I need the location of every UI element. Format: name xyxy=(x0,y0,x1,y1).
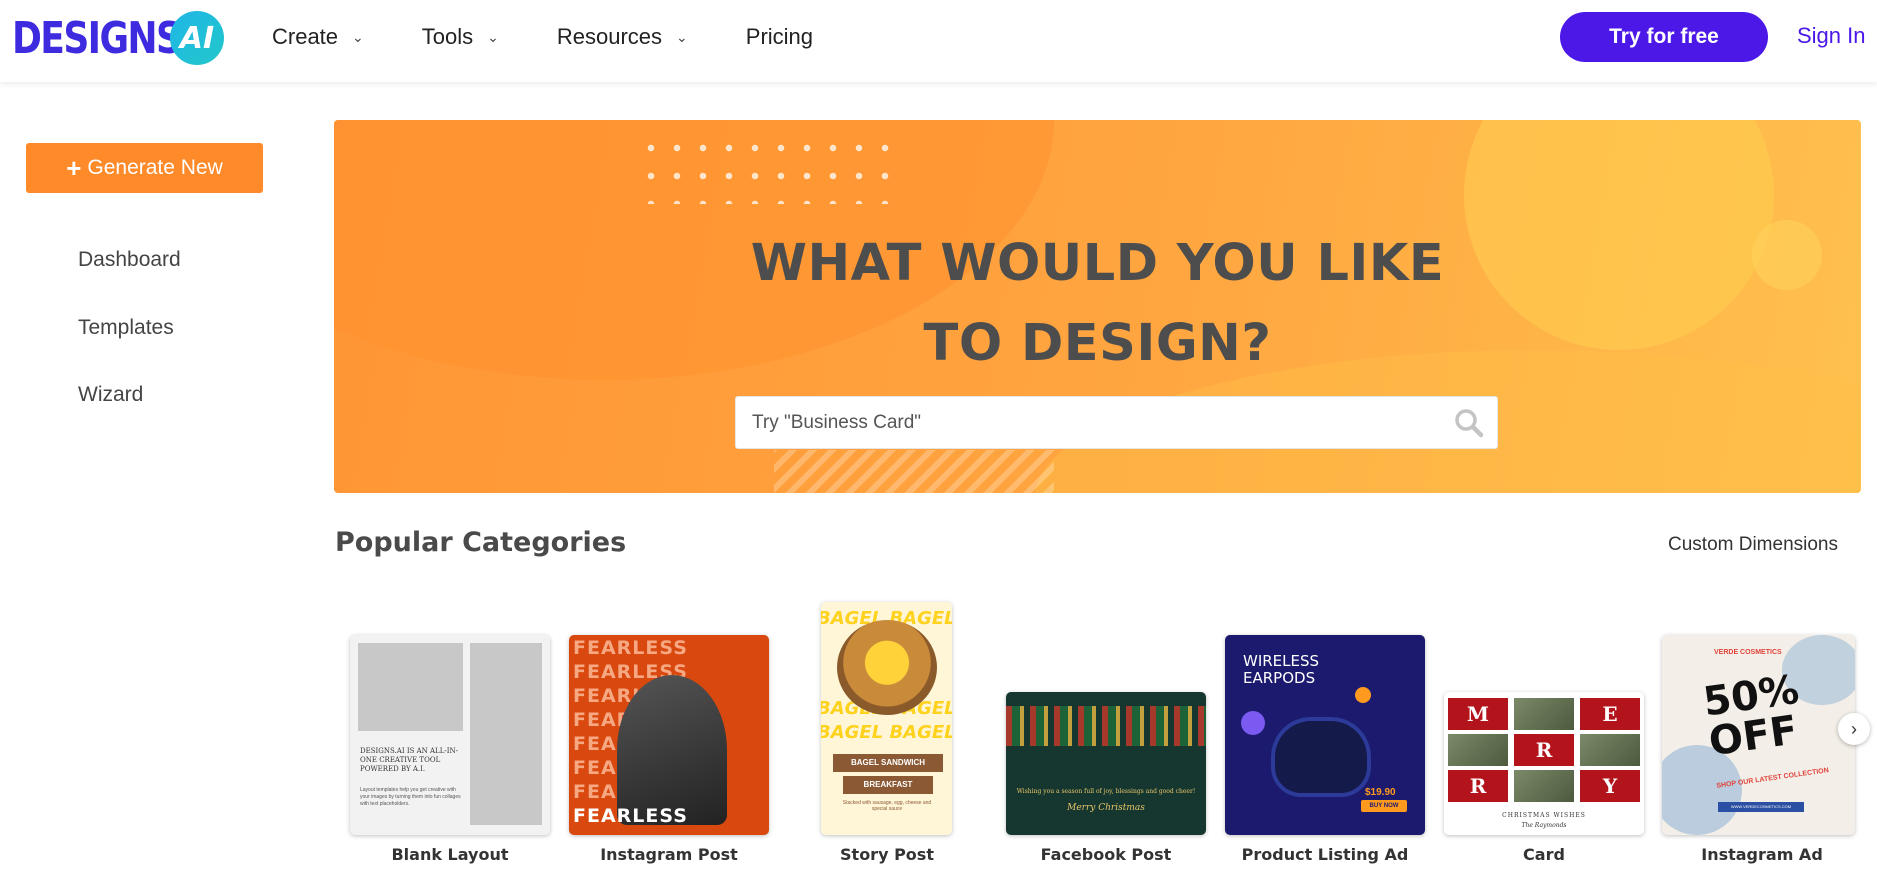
category-thumbnail: VERDE COSMETICS 50% OFF SHOP OUR LATEST … xyxy=(1662,635,1855,835)
thumb-note: Stacked with sausage, egg, cheese and sp… xyxy=(842,800,932,812)
try-for-free-button[interactable]: Try for free xyxy=(1560,12,1768,62)
category-thumbnail: BAGEL BAGEL B BAGEL BAGEL B BAGEL BAGEL … xyxy=(821,602,952,835)
nav-tools-label: Tools xyxy=(421,24,474,49)
decor-circle xyxy=(1355,687,1371,703)
category-thumbnail: WIRELESS EARPODS $19.90 BUY NOW xyxy=(1225,635,1425,835)
hero-title: WHAT WOULD YOU LIKE TO DESIGN? xyxy=(334,224,1861,384)
garland-decoration xyxy=(1006,706,1206,746)
nav-tools[interactable]: Tools ⌄ xyxy=(422,24,499,50)
sign-in-link[interactable]: Sign In xyxy=(1797,23,1866,49)
hero-title-line-1: WHAT WOULD YOU LIKE xyxy=(750,234,1445,293)
nav-resources[interactable]: Resources ⌄ xyxy=(557,24,688,50)
decor-dot-grid xyxy=(638,134,898,204)
logo-wordmark: DESIGNS. xyxy=(12,12,194,64)
thumb-price: $19.90 xyxy=(1365,787,1396,798)
sidebar-item-wizard[interactable]: Wizard xyxy=(78,383,143,407)
decor-stripes xyxy=(774,450,1054,493)
thumb-footer: CHRISTMAS WISHES xyxy=(1502,812,1586,819)
earpods-image xyxy=(1271,717,1371,797)
thumb-heading: DESIGNS.AI IS AN ALL-IN-ONE CREATIVE TOO… xyxy=(360,747,458,773)
category-label: Story Post xyxy=(840,845,934,864)
thumb-heading: WIRELESS EARPODS xyxy=(1243,653,1319,687)
card-photo xyxy=(1514,770,1574,802)
thumb-heading-line: EARPODS xyxy=(1243,669,1316,687)
designs-ai-logo[interactable]: DESIGNS. AI xyxy=(12,10,232,66)
popular-categories-title: Popular Categories xyxy=(335,527,627,558)
card-letter: E xyxy=(1580,698,1640,730)
sidebar-item-templates[interactable]: Templates xyxy=(78,316,174,340)
search-icon[interactable] xyxy=(1454,408,1484,438)
thumb-footer-sub: The Raymonds xyxy=(1521,822,1567,829)
nav-create[interactable]: Create ⌄ xyxy=(272,24,364,50)
thumb-url-bar: WWW.VERDECOSMETICS.COM xyxy=(1718,802,1804,812)
bagel-image xyxy=(837,620,937,715)
thumb-ribbon: BREAKFAST xyxy=(843,776,933,794)
category-label: Card xyxy=(1523,845,1565,864)
logo-badge: AI xyxy=(170,11,224,65)
category-label: Facebook Post xyxy=(1040,845,1172,864)
chevron-down-icon: ⌄ xyxy=(487,28,499,45)
card-photo xyxy=(1514,698,1574,730)
thumb-ribbon: BAGEL SANDWICH xyxy=(833,754,943,772)
custom-dimensions-link[interactable]: Custom Dimensions xyxy=(1668,534,1838,556)
thumb-offer: 50% OFF xyxy=(1700,666,1802,766)
card-photo xyxy=(1448,734,1508,766)
generate-new-label: Generate New xyxy=(87,156,223,179)
thumb-signature: Merry Christmas xyxy=(1067,803,1145,813)
design-search-box xyxy=(735,396,1498,449)
design-search-input[interactable] xyxy=(752,397,1432,448)
nav-pricing[interactable]: Pricing xyxy=(746,24,813,50)
category-label: Product Listing Ad xyxy=(1241,845,1409,864)
thumb-buy-badge: BUY NOW xyxy=(1361,800,1407,812)
category-thumbnail: Wishing you a season full of joy, blessi… xyxy=(1006,692,1206,835)
sidebar-item-dashboard[interactable]: Dashboard xyxy=(78,248,181,272)
thumb-message: Wishing you a season full of joy, blessi… xyxy=(1016,788,1196,795)
category-thumbnail: M E R R Y CHRISTMAS WISHES The Raymonds xyxy=(1444,692,1644,835)
card-letter: Y xyxy=(1580,770,1640,802)
plus-icon: + xyxy=(66,152,82,183)
thumb-brand: VERDE COSMETICS xyxy=(1714,649,1782,656)
category-thumbnail: DESIGNS.AI IS AN ALL-IN-ONE CREATIVE TOO… xyxy=(350,635,550,835)
card-letter: M xyxy=(1448,698,1508,730)
image-placeholder xyxy=(358,643,463,731)
category-thumbnail: FEARLESS FEARLESS FEARLESS FEARLESS FEAR… xyxy=(569,635,769,835)
card-photo xyxy=(1580,734,1640,766)
card-letter: R xyxy=(1448,770,1508,802)
thumb-word: FEARLESS xyxy=(573,637,688,659)
hero-title-line-2: TO DESIGN? xyxy=(923,314,1272,373)
nav-pricing-label: Pricing xyxy=(745,24,814,49)
hero-banner: WHAT WOULD YOU LIKE TO DESIGN? xyxy=(334,120,1861,493)
thumb-heading-line: WIRELESS xyxy=(1243,652,1320,670)
chevron-down-icon: ⌄ xyxy=(676,28,688,45)
decor-circle xyxy=(1241,711,1265,735)
thumb-bg-text: BAGEL BAGEL B xyxy=(821,722,952,743)
thumb-url: WWW.VERDECOSMETICS.COM xyxy=(1730,804,1792,809)
category-label: Instagram Ad xyxy=(1701,845,1823,864)
chevron-down-icon: ⌄ xyxy=(352,28,364,45)
chevron-right-icon[interactable]: › xyxy=(1838,713,1870,745)
card-letter: R xyxy=(1514,734,1574,766)
thumb-body: Layout templates help you get creative w… xyxy=(360,787,461,807)
top-navbar: DESIGNS. AI Create ⌄ Tools ⌄ Resources ⌄… xyxy=(0,0,1877,82)
thumb-word: FEARLESS xyxy=(573,805,688,827)
generate-new-button[interactable]: + Generate New xyxy=(26,143,263,193)
category-label: Blank Layout xyxy=(391,845,509,864)
image-placeholder xyxy=(470,643,542,825)
category-label: Instagram Post xyxy=(600,845,738,864)
portrait-image xyxy=(617,675,727,825)
main-nav: Create ⌄ Tools ⌄ Resources ⌄ Pricing xyxy=(272,0,871,74)
nav-create-label: Create xyxy=(272,24,339,49)
nav-resources-label: Resources xyxy=(556,24,663,49)
